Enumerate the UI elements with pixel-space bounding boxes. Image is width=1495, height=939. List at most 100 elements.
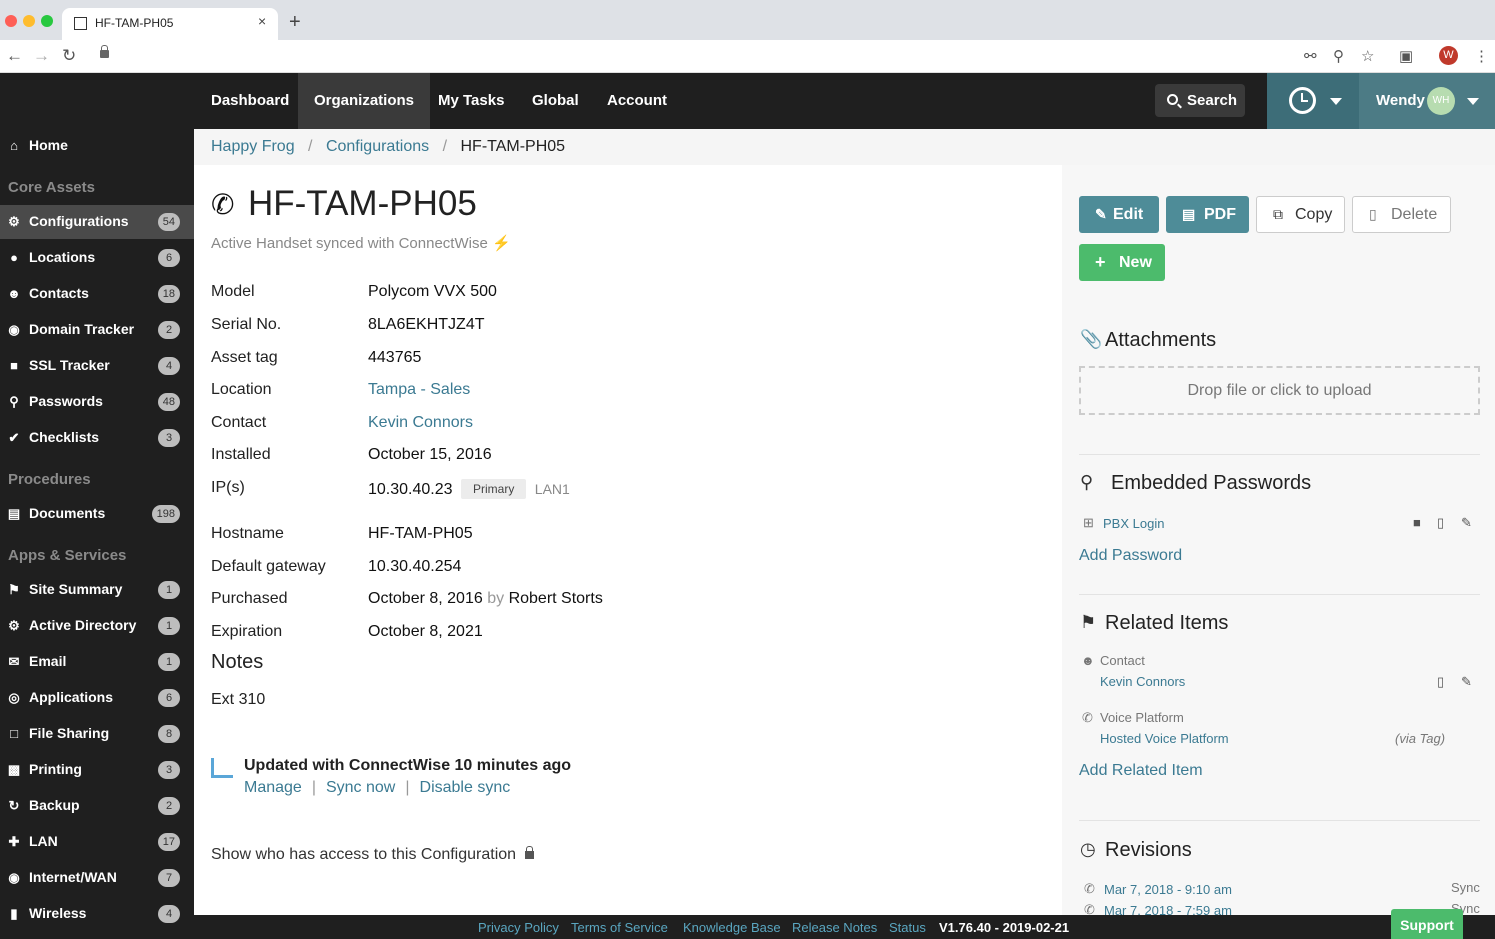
address-bar: ← → ↻ ⚯ ⚲ ☆ ▣ ⋮: [0, 40, 1495, 73]
sidebar-item-wireless[interactable]: ▮ Wireless 4: [0, 897, 194, 931]
sync-subtitle: Active Handset synced with ConnectWise ⚡: [211, 234, 511, 252]
field-label: Installed: [211, 446, 271, 463]
sidebar-item-lan[interactable]: ✚ LAN 17: [0, 825, 194, 859]
sidebar-item-documents[interactable]: ▤ Documents 198: [0, 497, 194, 531]
password-item-link[interactable]: PBX Login: [1103, 516, 1164, 531]
sync-now-link[interactable]: Sync now: [326, 779, 395, 796]
footer-privacy-link[interactable]: Privacy Policy: [478, 920, 559, 935]
sidebar-item-file-sharing[interactable]: □ File Sharing 8: [0, 717, 194, 751]
notes-heading: Notes: [211, 651, 264, 673]
sidebar-item-contacts[interactable]: ☻ Contacts 18: [0, 277, 194, 311]
sidebar-item-applications[interactable]: ◎ Applications 6: [0, 681, 194, 715]
purchased-by-value: Robert Storts: [508, 590, 603, 607]
key-icon[interactable]: ⚯: [1304, 47, 1317, 65]
add-password-link[interactable]: Add Password: [1079, 547, 1182, 565]
upload-dropzone[interactable]: Drop file or click to upload: [1079, 366, 1480, 415]
nav-account[interactable]: Account: [591, 73, 683, 129]
reload-icon[interactable]: ↻: [62, 46, 76, 66]
sidebar-item-label: SSL Tracker: [29, 357, 110, 373]
menu-dots-icon[interactable]: ⋮: [1474, 47, 1489, 65]
sidebar-item-active-directory[interactable]: ⚙ Active Directory 1: [0, 609, 194, 643]
lock-icon[interactable]: ■: [1413, 515, 1421, 530]
pencil-icon[interactable]: ✎: [1461, 674, 1472, 690]
sidebar-item-label: Domain Tracker: [29, 321, 135, 337]
window-close-dot[interactable]: [5, 15, 17, 27]
tab-close-icon[interactable]: ×: [258, 13, 266, 29]
sidebar-item-email[interactable]: ✉ Email 1: [0, 645, 194, 679]
breadcrumb: Happy Frog / Configurations / HF-TAM-PH0…: [194, 129, 1495, 165]
forward-icon[interactable]: →: [33, 46, 50, 66]
sidebar-item-backup[interactable]: ↻ Backup 2: [0, 789, 194, 823]
related-voice-link[interactable]: Hosted Voice Platform: [1100, 731, 1229, 746]
breadcrumb-section-link[interactable]: Configurations: [326, 138, 429, 155]
page-title: HF-TAM-PH05: [248, 184, 477, 223]
sidebar-item-label: Passwords: [29, 393, 103, 409]
location-link[interactable]: Tampa - Sales: [368, 381, 470, 399]
divider: [1079, 594, 1480, 595]
sidebar-item-internet-wan[interactable]: ◉ Internet/WAN 7: [0, 861, 194, 895]
footer-knowledge-base-link[interactable]: Knowledge Base: [683, 920, 781, 935]
expand-icon[interactable]: ⊞: [1083, 515, 1094, 531]
count-badge: 2: [158, 797, 180, 815]
back-icon[interactable]: ←: [6, 46, 23, 66]
secure-lock-icon[interactable]: [100, 45, 109, 58]
sidebar-item-site-summary[interactable]: ⚑ Site Summary 1: [0, 573, 194, 607]
breadcrumb-org-link[interactable]: Happy Frog: [211, 138, 295, 155]
nav-global[interactable]: Global: [516, 73, 595, 129]
zoom-icon[interactable]: ⚲: [1333, 47, 1344, 65]
manage-link[interactable]: Manage: [244, 779, 302, 796]
new-button[interactable]: + New: [1079, 244, 1165, 281]
sidebar-item-checklists[interactable]: ✔ Checklists 3: [0, 421, 194, 455]
nav-dashboard[interactable]: Dashboard: [195, 73, 305, 129]
footer-terms-link[interactable]: Terms of Service: [571, 920, 668, 935]
copy-button[interactable]: ⧉ Copy: [1256, 196, 1345, 233]
support-button[interactable]: Support: [1391, 909, 1463, 939]
sidebar-item-label: Email: [29, 653, 67, 669]
sidebar-item-domain-tracker[interactable]: ◉ Domain Tracker 2: [0, 313, 194, 347]
pdf-icon: ▤: [1182, 206, 1196, 222]
related-contact-link[interactable]: Kevin Connors: [1100, 674, 1185, 689]
ip-value: 10.30.40.23: [368, 481, 453, 498]
revision-link[interactable]: Mar 7, 2018 - 9:10 am: [1104, 882, 1232, 897]
globe-icon: ◉: [8, 870, 20, 885]
star-icon[interactable]: ☆: [1361, 47, 1374, 65]
add-related-item-link[interactable]: Add Related Item: [1079, 762, 1203, 780]
show-access-link[interactable]: Show who has access to this Configuratio…: [211, 846, 535, 864]
edit-button[interactable]: ✎ Edit: [1079, 196, 1159, 233]
disable-sync-link[interactable]: Disable sync: [420, 779, 511, 796]
nav-organizations[interactable]: Organizations: [298, 73, 431, 129]
field-label: Hostname: [211, 525, 284, 542]
window-zoom-dot[interactable]: [41, 15, 53, 27]
pdf-button[interactable]: ▤ PDF: [1166, 196, 1249, 233]
footer-status-link[interactable]: Status: [889, 920, 926, 935]
trash-icon[interactable]: ▯: [1437, 515, 1444, 531]
count-badge: 48: [157, 393, 180, 411]
browser-profile-avatar[interactable]: W: [1439, 46, 1458, 65]
cast-icon[interactable]: ▣: [1399, 47, 1413, 65]
recent-activity-button[interactable]: [1267, 73, 1359, 129]
sidebar-item-label: File Sharing: [29, 725, 110, 741]
contact-link[interactable]: Kevin Connors: [368, 414, 473, 432]
footer-release-notes-link[interactable]: Release Notes: [792, 920, 877, 935]
pencil-icon[interactable]: ✎: [1461, 515, 1472, 531]
sidebar-item-home[interactable]: ⌂ Home: [0, 129, 194, 163]
sidebar-item-configurations[interactable]: ⚙ Configurations 54: [0, 205, 194, 239]
search-button[interactable]: Search: [1155, 84, 1245, 117]
window-minimize-dot[interactable]: [23, 15, 35, 27]
delete-button[interactable]: ▯ Delete: [1352, 196, 1451, 233]
home-icon: ⌂: [10, 138, 18, 153]
gear-icon: ⚙: [8, 618, 20, 633]
attachments-heading: Attachments: [1105, 329, 1217, 351]
user-menu[interactable]: Wendy WH: [1359, 73, 1495, 129]
nav-my-tasks[interactable]: My Tasks: [422, 73, 520, 129]
sidebar-item-passwords[interactable]: ⚲ Passwords 48: [0, 385, 194, 419]
browser-tab[interactable]: HF-TAM-PH05 ×: [62, 8, 278, 40]
trash-icon[interactable]: ▯: [1437, 674, 1444, 690]
sidebar-item-printing[interactable]: ▩ Printing 3: [0, 753, 194, 787]
sidebar-item-ssl-tracker[interactable]: ■ SSL Tracker 4: [0, 349, 194, 383]
new-tab-icon[interactable]: +: [289, 11, 301, 34]
sidebar-item-locations[interactable]: ● Locations 6: [0, 241, 194, 275]
sidebar-item-label: Locations: [29, 249, 96, 265]
envelope-icon: ✉: [8, 654, 20, 669]
sync-status: Updated with ConnectWise 10 minutes ago: [244, 757, 572, 774]
